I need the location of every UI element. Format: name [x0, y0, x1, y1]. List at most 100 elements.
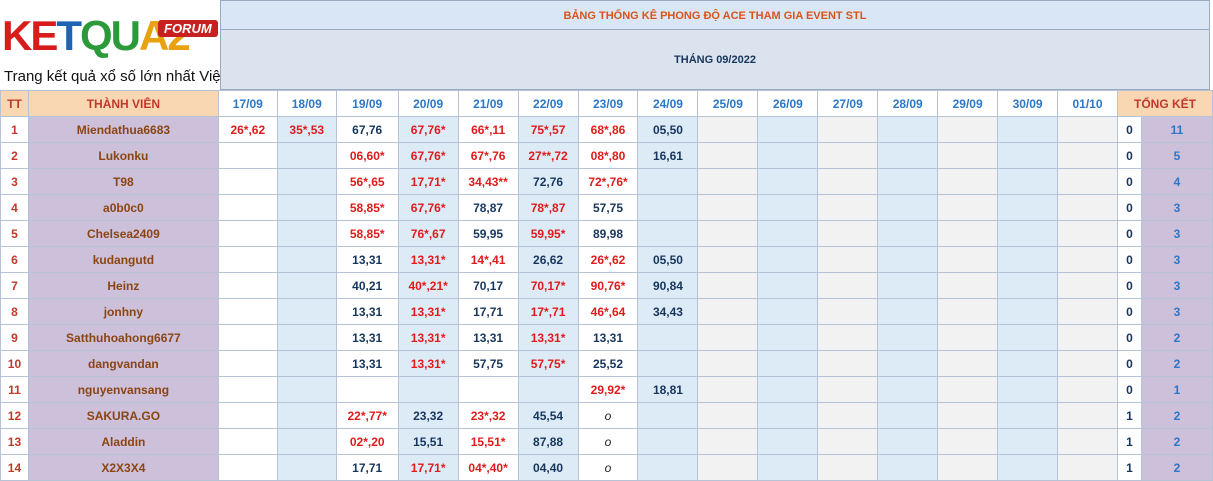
score-cell[interactable]: 13,31*	[397, 350, 459, 377]
score-cell[interactable]: 45,54	[517, 402, 579, 429]
score-cell[interactable]	[937, 220, 999, 247]
subtotal-cell[interactable]: 0	[1116, 246, 1142, 273]
score-cell[interactable]	[276, 402, 337, 429]
score-cell[interactable]	[937, 194, 999, 221]
row-number[interactable]: 14	[0, 454, 29, 481]
score-cell[interactable]	[877, 142, 939, 169]
score-cell[interactable]	[757, 220, 819, 247]
row-number[interactable]: 7	[0, 272, 29, 299]
score-cell[interactable]	[1057, 454, 1118, 481]
score-cell[interactable]: 17,71	[335, 454, 399, 481]
score-cell[interactable]	[997, 246, 1059, 273]
row-number[interactable]: 8	[0, 298, 29, 325]
member-name[interactable]: Heinz	[27, 272, 219, 299]
score-cell[interactable]	[1057, 220, 1118, 247]
score-cell[interactable]: 40,21	[335, 272, 399, 299]
score-cell[interactable]	[877, 168, 939, 195]
total-cell[interactable]: 1	[1140, 376, 1213, 403]
score-cell[interactable]	[997, 168, 1059, 195]
score-cell[interactable]	[637, 220, 699, 247]
score-cell[interactable]	[997, 298, 1059, 325]
row-number[interactable]: 9	[0, 324, 29, 351]
score-cell[interactable]	[757, 376, 819, 403]
score-cell[interactable]: 13,31	[335, 246, 399, 273]
score-cell[interactable]	[217, 428, 278, 455]
score-cell[interactable]	[217, 350, 278, 377]
score-cell[interactable]	[997, 194, 1059, 221]
score-cell[interactable]: 02*,20	[335, 428, 399, 455]
score-cell[interactable]: 23*,32	[457, 402, 519, 429]
score-cell[interactable]: o	[577, 428, 639, 455]
score-cell[interactable]: 04,40	[517, 454, 579, 481]
score-cell[interactable]	[937, 350, 999, 377]
score-cell[interactable]: 15,51	[397, 428, 459, 455]
score-cell[interactable]: 70,17	[457, 272, 519, 299]
score-cell[interactable]	[517, 376, 579, 403]
score-cell[interactable]: 90,84	[637, 272, 699, 299]
subtotal-cell[interactable]: 0	[1116, 194, 1142, 221]
score-cell[interactable]: 57,75	[457, 350, 519, 377]
score-cell[interactable]: 67,76*	[397, 116, 459, 143]
score-cell[interactable]	[817, 402, 879, 429]
score-cell[interactable]	[757, 324, 819, 351]
score-cell[interactable]	[817, 116, 879, 143]
score-cell[interactable]	[217, 168, 278, 195]
row-number[interactable]: 6	[0, 246, 29, 273]
score-cell[interactable]	[397, 376, 459, 403]
score-cell[interactable]	[757, 194, 819, 221]
score-cell[interactable]	[276, 428, 337, 455]
score-cell[interactable]	[997, 454, 1059, 481]
score-cell[interactable]	[1057, 376, 1118, 403]
ketqua2-forum-logo[interactable]: KETQUA2 FORUM Trang kết quả xổ số lớn nh…	[0, 0, 220, 90]
score-cell[interactable]	[276, 220, 337, 247]
score-cell[interactable]	[997, 402, 1059, 429]
score-cell[interactable]: 34,43	[637, 298, 699, 325]
member-name[interactable]: Aladdin	[27, 428, 219, 455]
total-cell[interactable]: 2	[1140, 454, 1213, 481]
score-cell[interactable]	[697, 324, 759, 351]
score-cell[interactable]	[997, 142, 1059, 169]
score-cell[interactable]: 40*,21*	[397, 272, 459, 299]
subtotal-cell[interactable]: 0	[1116, 168, 1142, 195]
score-cell[interactable]: 66*,11	[457, 116, 519, 143]
score-cell[interactable]: 78*,87	[517, 194, 579, 221]
score-cell[interactable]	[877, 272, 939, 299]
subtotal-cell[interactable]: 1	[1116, 402, 1142, 429]
total-cell[interactable]: 5	[1140, 142, 1213, 169]
score-cell[interactable]: 57,75*	[517, 350, 579, 377]
score-cell[interactable]: 26,62	[517, 246, 579, 273]
total-cell[interactable]: 4	[1140, 168, 1213, 195]
score-cell[interactable]: 05,50	[637, 116, 699, 143]
score-cell[interactable]	[997, 376, 1059, 403]
member-name[interactable]: T98	[27, 168, 219, 195]
subtotal-cell[interactable]: 0	[1116, 324, 1142, 351]
score-cell[interactable]	[877, 376, 939, 403]
member-name[interactable]: nguyenvansang	[27, 376, 219, 403]
score-cell[interactable]	[697, 168, 759, 195]
score-cell[interactable]	[757, 142, 819, 169]
score-cell[interactable]: 72*,76*	[577, 168, 639, 195]
score-cell[interactable]	[937, 454, 999, 481]
score-cell[interactable]	[997, 116, 1059, 143]
score-cell[interactable]: 13,31	[335, 350, 399, 377]
row-number[interactable]: 2	[0, 142, 29, 169]
score-cell[interactable]	[937, 324, 999, 351]
score-cell[interactable]: 17*,71	[517, 298, 579, 325]
member-name[interactable]: kudangutd	[27, 246, 219, 273]
score-cell[interactable]	[697, 298, 759, 325]
score-cell[interactable]	[697, 454, 759, 481]
score-cell[interactable]	[1057, 428, 1118, 455]
score-cell[interactable]	[276, 272, 337, 299]
score-cell[interactable]	[1057, 168, 1118, 195]
score-cell[interactable]: 72,76	[517, 168, 579, 195]
score-cell[interactable]	[877, 298, 939, 325]
score-cell[interactable]	[757, 116, 819, 143]
score-cell[interactable]: 67,76*	[397, 194, 459, 221]
score-cell[interactable]: 35*,53	[276, 116, 337, 143]
score-cell[interactable]	[276, 298, 337, 325]
member-name[interactable]: a0b0c0	[27, 194, 219, 221]
score-cell[interactable]	[697, 246, 759, 273]
member-name[interactable]: Lukonku	[27, 142, 219, 169]
score-cell[interactable]: 27**,72	[517, 142, 579, 169]
score-cell[interactable]	[757, 168, 819, 195]
